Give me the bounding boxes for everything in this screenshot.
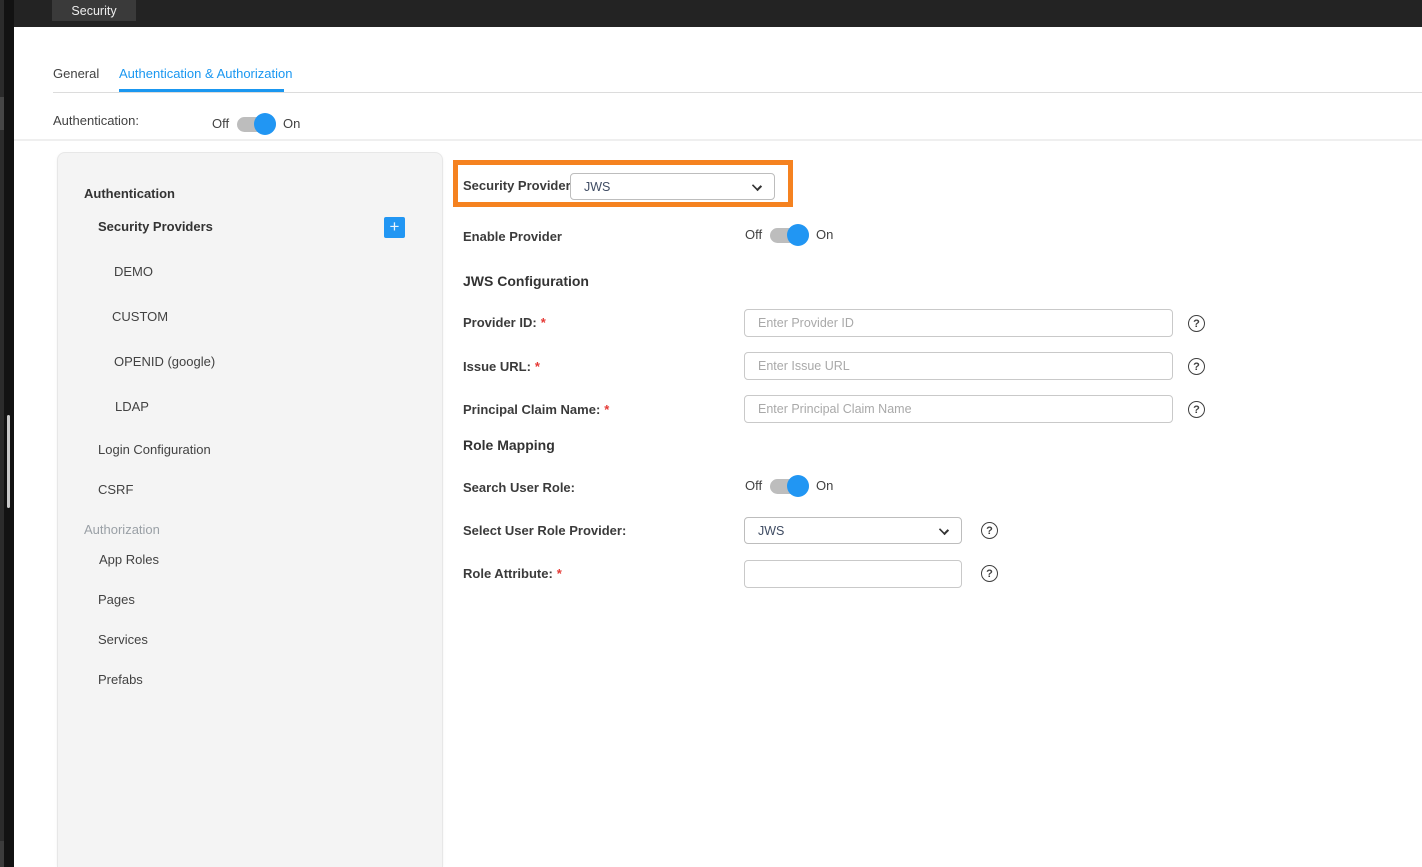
role-attribute-label: Role Attribute:* bbox=[463, 566, 562, 581]
required-asterisk: * bbox=[604, 402, 609, 417]
sidebar-item-ldap[interactable]: LDAP bbox=[115, 399, 149, 414]
highlight-box: Security Provider JWS bbox=[453, 160, 793, 207]
left-edge-rail-bottom-segment bbox=[0, 841, 4, 867]
role-attribute-input[interactable] bbox=[744, 560, 962, 588]
sidebar-item-demo[interactable]: DEMO bbox=[114, 264, 153, 279]
top-bar: Security bbox=[14, 0, 1422, 27]
security-provider-label: Security Provider bbox=[463, 178, 571, 193]
help-icon[interactable]: ? bbox=[981, 565, 998, 582]
sidebar-item-services[interactable]: Services bbox=[98, 632, 148, 647]
jws-configuration-title: JWS Configuration bbox=[463, 273, 589, 289]
toggle-off-label: Off bbox=[745, 475, 762, 497]
sidebar-item-csrf[interactable]: CSRF bbox=[98, 482, 133, 497]
user-role-provider-selected-value: JWS bbox=[758, 524, 784, 538]
sidebar-item-security-providers[interactable]: Security Providers bbox=[98, 219, 213, 234]
role-mapping-title: Role Mapping bbox=[463, 437, 555, 453]
sidebar-item-openid-google[interactable]: OPENID (google) bbox=[114, 354, 215, 369]
toggle-on-label: On bbox=[816, 475, 833, 497]
required-asterisk: * bbox=[535, 359, 540, 374]
toggle-knob bbox=[787, 224, 809, 246]
left-edge-rail-active-segment bbox=[0, 97, 4, 130]
provider-id-label: Provider ID:* bbox=[463, 315, 546, 330]
authentication-toggle[interactable]: Off On bbox=[212, 113, 312, 135]
provider-id-input[interactable] bbox=[744, 309, 1173, 337]
security-provider-selected-value: JWS bbox=[584, 180, 610, 194]
sidebar-item-app-roles[interactable]: App Roles bbox=[99, 552, 159, 567]
search-user-role-toggle[interactable]: Off On bbox=[745, 475, 845, 497]
help-icon[interactable]: ? bbox=[1188, 401, 1205, 418]
search-user-role-label: Search User Role: bbox=[463, 480, 575, 495]
tab-general[interactable]: General bbox=[53, 66, 99, 81]
left-edge-scrollbar[interactable] bbox=[7, 415, 10, 508]
help-icon[interactable]: ? bbox=[981, 522, 998, 539]
security-provider-select[interactable]: JWS bbox=[570, 173, 775, 200]
chevron-down-icon bbox=[752, 181, 762, 191]
sidebar-item-pages[interactable]: Pages bbox=[98, 592, 135, 607]
sidebar-header-authorization: Authorization bbox=[84, 522, 160, 537]
toggle-on-label: On bbox=[816, 224, 833, 246]
toggle-off-label: Off bbox=[745, 224, 762, 246]
enable-provider-label: Enable Provider bbox=[463, 229, 562, 244]
add-provider-button[interactable]: + bbox=[384, 217, 405, 238]
toggle-knob bbox=[787, 475, 809, 497]
security-nav-sidebar: Authentication Security Providers + DEMO… bbox=[57, 152, 443, 867]
sidebar-item-custom[interactable]: CUSTOM bbox=[112, 309, 168, 324]
security-settings-page: Security General Authentication & Author… bbox=[0, 0, 1422, 867]
enable-provider-toggle[interactable]: Off On bbox=[745, 224, 845, 246]
sidebar-item-prefabs[interactable]: Prefabs bbox=[98, 672, 143, 687]
user-role-provider-select[interactable]: JWS bbox=[744, 517, 962, 544]
left-edge-rail bbox=[0, 0, 4, 867]
principal-claim-name-label: Principal Claim Name:* bbox=[463, 402, 609, 417]
chevron-down-icon bbox=[939, 525, 949, 535]
left-edge-panel bbox=[0, 0, 14, 867]
required-asterisk: * bbox=[541, 315, 546, 330]
select-user-role-provider-label: Select User Role Provider: bbox=[463, 523, 626, 538]
sidebar-item-login-configuration[interactable]: Login Configuration bbox=[98, 442, 211, 457]
sidebar-header-authentication: Authentication bbox=[84, 186, 175, 201]
tab-authentication-authorization[interactable]: Authentication & Authorization bbox=[119, 66, 292, 81]
toggle-knob bbox=[254, 113, 276, 135]
security-window-tab[interactable]: Security bbox=[52, 0, 136, 21]
tabs-divider bbox=[53, 92, 1422, 93]
issue-url-label: Issue URL:* bbox=[463, 359, 540, 374]
issue-url-input[interactable] bbox=[744, 352, 1173, 380]
help-icon[interactable]: ? bbox=[1188, 315, 1205, 332]
principal-claim-name-input[interactable] bbox=[744, 395, 1173, 423]
help-icon[interactable]: ? bbox=[1188, 358, 1205, 375]
toggle-off-label: Off bbox=[212, 113, 229, 135]
security-window-tab-label: Security bbox=[71, 4, 116, 18]
authentication-label: Authentication: bbox=[53, 113, 139, 128]
toggle-on-label: On bbox=[283, 113, 300, 135]
required-asterisk: * bbox=[557, 566, 562, 581]
plus-icon: + bbox=[390, 217, 400, 236]
section-divider bbox=[14, 139, 1422, 141]
